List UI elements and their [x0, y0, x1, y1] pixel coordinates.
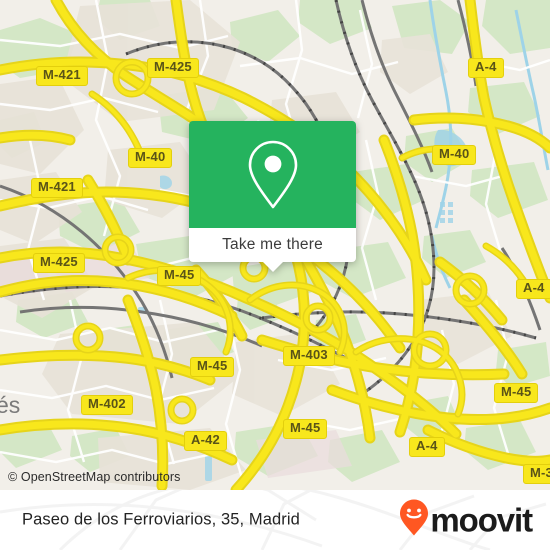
- road-shield: M-30: [523, 464, 550, 484]
- moovit-wordmark: moovit: [430, 501, 533, 539]
- road-shield: A-4: [409, 437, 445, 457]
- location-address: Paseo de los Ferroviarios, 35, Madrid: [22, 510, 300, 529]
- road-shield: M-45: [283, 419, 328, 439]
- location-popup-card[interactable]: Take me there: [189, 121, 356, 272]
- popup-tail: [261, 261, 284, 272]
- road-shield: M-402: [81, 395, 133, 415]
- road-shield: M-45: [157, 266, 202, 286]
- footer-bar: Paseo de los Ferroviarios, 35, Madrid mo…: [0, 490, 550, 550]
- road-shield: M-45: [494, 383, 539, 403]
- popup-header: [189, 121, 356, 228]
- take-me-there-label: Take me there: [222, 236, 323, 253]
- map-screenshot: M-421 M-425 M-40 M-421 M-425 M-45 M-45 M-402 M-4…: [0, 0, 550, 550]
- road-shield: M-425: [33, 253, 85, 273]
- popup-action[interactable]: Take me there: [189, 228, 356, 272]
- road-shield: M-40: [128, 148, 173, 168]
- road-shield: M-45: [190, 357, 235, 377]
- road-shield: M-403: [283, 346, 335, 366]
- road-shield: M-421: [36, 66, 88, 86]
- map-pin-icon: [189, 121, 356, 228]
- osm-attribution[interactable]: © OpenStreetMap contributors: [8, 470, 181, 484]
- road-shield: A-4: [468, 58, 504, 78]
- moovit-smiling-pin-icon: [399, 499, 429, 542]
- road-shield: M-425: [147, 58, 199, 78]
- place-label: és: [0, 392, 21, 418]
- road-shield: A-4: [516, 279, 550, 299]
- road-shield: M-40: [432, 145, 477, 165]
- moovit-logo[interactable]: moovit: [399, 499, 533, 542]
- road-shield: M-421: [31, 178, 83, 198]
- road-shield: A-42: [184, 431, 227, 451]
